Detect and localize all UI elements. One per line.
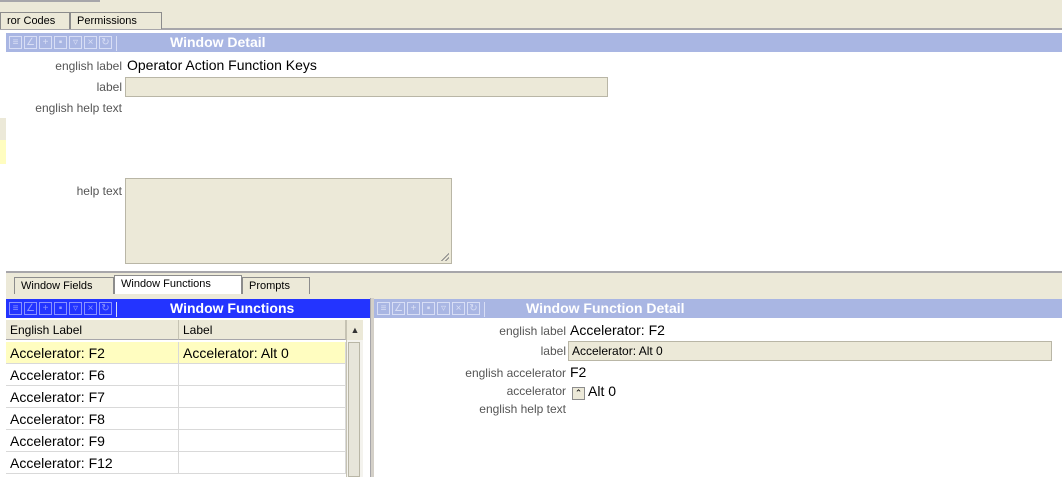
window-functions-header: ≡ ∠ + ▪ ▿ × ↻ Window Functions (6, 299, 370, 318)
save-icon[interactable]: ▪ (54, 36, 67, 49)
delete-icon[interactable]: × (84, 36, 97, 49)
column-header-label[interactable]: Label (179, 320, 346, 340)
english-help-text-caption: english help text (35, 101, 122, 115)
top-strip-mark (0, 0, 100, 2)
english-accelerator-value: F2 (570, 364, 587, 380)
save-icon[interactable]: ▪ (54, 302, 67, 315)
english-label-value: Operator Action Function Keys (127, 57, 317, 73)
window-functions-title: Window Functions (170, 300, 295, 316)
detail-label-caption: label (540, 344, 566, 358)
toolbar-separator (116, 36, 117, 51)
detail-label-field[interactable]: Accelerator: Alt 0 (568, 341, 1052, 361)
table-row[interactable]: Accelerator: F7 (6, 386, 346, 408)
english-accelerator-caption: english accelerator (465, 366, 566, 380)
delete-icon[interactable]: × (84, 302, 97, 315)
add-icon[interactable]: + (39, 36, 52, 49)
accelerator-value: Alt 0 (588, 383, 617, 399)
toolbar-separator (484, 302, 485, 317)
cell-label (179, 430, 346, 452)
cell-english-label: Accelerator: F12 (6, 452, 179, 474)
window-function-detail-header: ≡ ∠ + ▪ ▿ × ↻ Window Function Detail (374, 299, 1062, 318)
refresh-icon[interactable]: ↻ (467, 302, 480, 315)
list-icon[interactable]: ≡ (9, 36, 22, 49)
list-icon[interactable]: ≡ (9, 302, 22, 315)
refresh-icon[interactable]: ↻ (99, 36, 112, 49)
table-row[interactable]: Accelerator: F2 Accelerator: Alt 0 (6, 342, 346, 364)
cell-label: Accelerator: Alt 0 (179, 342, 346, 364)
add-icon[interactable]: + (407, 302, 420, 315)
scroll-thumb[interactable] (348, 342, 360, 477)
edit-icon[interactable]: ∠ (24, 36, 37, 49)
filter-icon[interactable]: ▿ (69, 36, 82, 49)
tab-prompts[interactable]: Prompts (242, 277, 310, 294)
tab-window-fields[interactable]: Window Fields (14, 277, 114, 294)
left-edge-bar (0, 118, 6, 140)
help-text-area[interactable] (125, 178, 452, 264)
caret-up-icon: ⌃ (574, 388, 583, 398)
cell-label (179, 386, 346, 408)
window-detail-header: ≡ ∠ + ▪ ▿ × ↻ Window Detail (6, 33, 1062, 52)
filter-icon[interactable]: ▿ (69, 302, 82, 315)
resize-grip-icon[interactable] (441, 253, 449, 261)
add-icon[interactable]: + (39, 302, 52, 315)
english-label-caption: english label (55, 59, 122, 73)
save-icon[interactable]: ▪ (422, 302, 435, 315)
detail-english-help-text-caption: english help text (479, 402, 566, 416)
cell-english-label: Accelerator: F6 (6, 364, 179, 386)
detail-english-label-caption: english label (499, 324, 566, 338)
filter-icon[interactable]: ▿ (437, 302, 450, 315)
cell-label (179, 408, 346, 430)
table-row[interactable]: Accelerator: F8 (6, 408, 346, 430)
cell-english-label: Accelerator: F2 (6, 342, 179, 364)
table-row[interactable]: Accelerator: F9 (6, 430, 346, 452)
delete-icon[interactable]: × (452, 302, 465, 315)
cell-label (179, 364, 346, 386)
list-icon[interactable]: ≡ (377, 302, 390, 315)
cell-label (179, 452, 346, 474)
label-field[interactable] (125, 77, 608, 97)
cell-english-label: Accelerator: F8 (6, 408, 179, 430)
table-row[interactable]: Accelerator: F12 (6, 452, 346, 477)
help-text-caption: help text (76, 184, 122, 198)
window-function-detail-title: Window Function Detail (526, 300, 685, 316)
tab-error-codes[interactable]: ror Codes (0, 12, 70, 29)
label-caption: label (96, 80, 122, 94)
edit-icon[interactable]: ∠ (392, 302, 405, 315)
column-header-english-label[interactable]: English Label (6, 320, 179, 340)
left-edge-highlight (0, 140, 6, 164)
scroll-up-arrow-icon[interactable]: ▲ (346, 320, 363, 340)
accelerator-toggle-button[interactable]: ⌃ (572, 387, 585, 400)
detail-english-label-value: Accelerator: F2 (570, 322, 665, 338)
accelerator-caption: accelerator (506, 384, 566, 398)
refresh-icon[interactable]: ↻ (99, 302, 112, 315)
table-row[interactable]: Accelerator: F6 (6, 364, 346, 386)
cell-english-label: Accelerator: F7 (6, 386, 179, 408)
cell-english-label: Accelerator: F9 (6, 430, 179, 452)
tab-permissions[interactable]: Permissions (70, 12, 162, 29)
edit-icon[interactable]: ∠ (24, 302, 37, 315)
tab-window-functions[interactable]: Window Functions (114, 275, 242, 294)
toolbar-separator (116, 302, 117, 317)
window-detail-title: Window Detail (170, 34, 266, 50)
